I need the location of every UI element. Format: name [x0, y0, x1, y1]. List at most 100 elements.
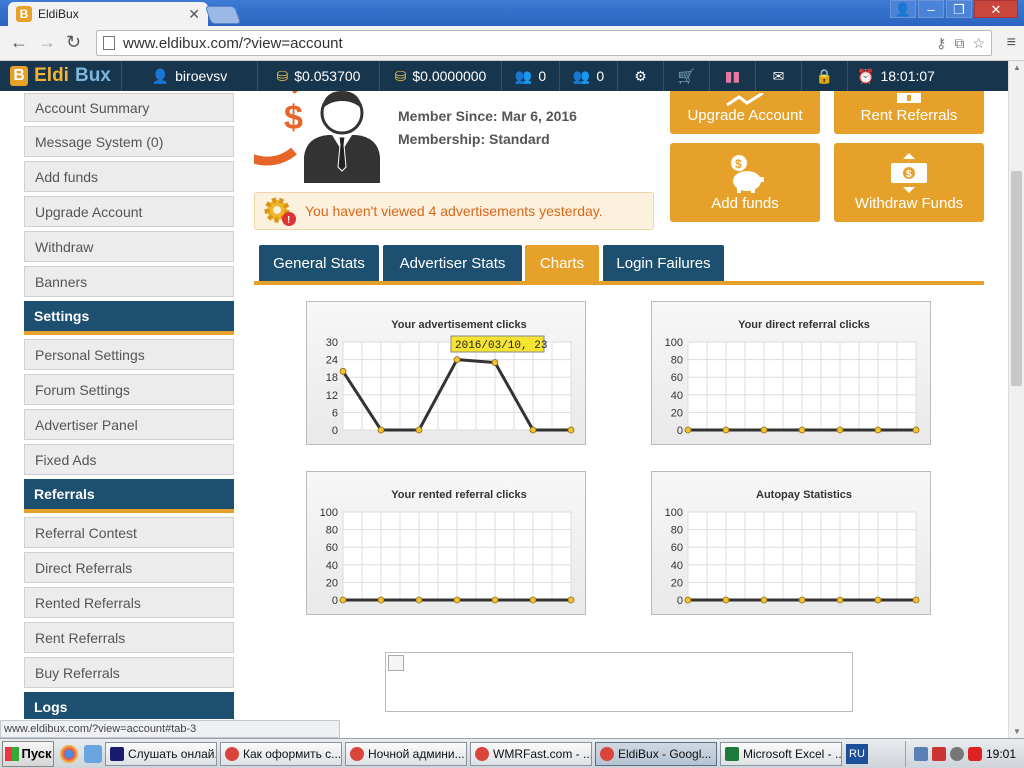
user-profile-icon[interactable]: 👤 [890, 0, 916, 18]
data-point[interactable] [912, 426, 920, 434]
data-point[interactable] [529, 596, 537, 604]
data-point[interactable] [912, 596, 920, 604]
sidebar-item-personal-settings[interactable]: Personal Settings [24, 339, 234, 370]
data-point[interactable] [798, 596, 806, 604]
data-point[interactable] [722, 596, 730, 604]
new-tab-button[interactable] [204, 6, 242, 24]
data-point[interactable] [836, 426, 844, 434]
data-point[interactable] [339, 596, 347, 604]
withdraw-funds-button[interactable]: $ Withdraw Funds [834, 143, 984, 222]
data-point[interactable] [567, 596, 575, 604]
nav-messages[interactable]: ✉ [756, 61, 802, 91]
language-indicator[interactable]: RU [846, 743, 868, 764]
nav-purchase-balance[interactable]: ⛁ $0.0000000 [380, 61, 502, 91]
taskbar-item[interactable]: Как оформить с... [220, 741, 342, 766]
taskbar-item[interactable]: Microsoft Excel - ... [720, 741, 842, 766]
sidebar-item-direct-referrals[interactable]: Direct Referrals [24, 552, 234, 583]
key-icon[interactable]: ⚷ [936, 35, 946, 52]
restore-button[interactable]: ❐ [946, 0, 972, 18]
nav-settings[interactable]: ⚙ [618, 61, 664, 91]
volume-icon[interactable] [931, 746, 946, 761]
page-scrollbar[interactable]: ▲ ▼ [1008, 61, 1024, 738]
nav-store[interactable]: 🛒 [664, 61, 710, 91]
taskbar-item[interactable]: WMRFast.com - ... [470, 741, 592, 766]
data-point[interactable] [339, 367, 347, 375]
sidebar-item-upgrade-account[interactable]: Upgrade Account [24, 196, 234, 227]
sidebar-item-advertiser-panel[interactable]: Advertiser Panel [24, 409, 234, 440]
data-point[interactable] [453, 356, 461, 363]
minimize-button[interactable]: – [918, 0, 944, 18]
data-point[interactable] [491, 359, 499, 366]
scrollbar-thumb[interactable] [1011, 171, 1022, 386]
data-point[interactable] [684, 596, 692, 604]
translate-icon[interactable]: ⧉ [954, 35, 964, 52]
scroll-down-icon[interactable]: ▼ [1013, 727, 1021, 736]
reload-icon[interactable]: ↻ [66, 32, 81, 53]
data-point[interactable] [836, 596, 844, 604]
ad-banner[interactable] [385, 652, 853, 712]
data-point[interactable] [760, 426, 768, 434]
sidebar-heading-settings[interactable]: Settings [24, 301, 234, 335]
forward-arrow-icon[interactable]: → [38, 32, 56, 53]
browser-tab[interactable]: B EldiBux ✕ [8, 2, 208, 26]
update-icon[interactable] [949, 746, 964, 761]
data-point[interactable] [415, 596, 423, 604]
sidebar-item-message-system[interactable]: Message System (0) [24, 126, 234, 157]
close-window-button[interactable]: ✕ [974, 0, 1018, 18]
scroll-up-icon[interactable]: ▲ [1013, 63, 1021, 72]
data-point[interactable] [798, 426, 806, 434]
sidebar-item-fixed-ads[interactable]: Fixed Ads [24, 444, 234, 475]
sidebar-heading-logs[interactable]: Logs [24, 692, 234, 719]
sidebar-item-rented-referrals[interactable]: Rented Referrals [24, 587, 234, 618]
data-point[interactable] [567, 426, 575, 434]
address-bar[interactable]: www.eldibux.com/?view=account ⚷ ⧉ ☆ [96, 30, 992, 56]
data-point[interactable] [722, 426, 730, 434]
desktop-quicklaunch-icon[interactable] [84, 744, 102, 763]
rent-referrals-button[interactable]: Rent Referrals [834, 91, 984, 134]
antivirus-icon[interactable] [967, 746, 982, 761]
sidebar-item-add-funds[interactable]: Add funds [24, 161, 234, 192]
tab-login-failures[interactable]: Login Failures [603, 245, 724, 281]
taskbar-item[interactable]: Ночной админи... [345, 741, 467, 766]
upgrade-account-button[interactable]: Upgrade Account [670, 91, 820, 134]
data-point[interactable] [874, 426, 882, 434]
tab-general-stats[interactable]: General Stats [259, 245, 379, 281]
sidebar-item-referral-contest[interactable]: Referral Contest [24, 517, 234, 548]
site-logo[interactable]: B Eldi Bux [0, 61, 122, 91]
data-point[interactable] [491, 596, 499, 604]
sidebar-heading-referrals[interactable]: Referrals [24, 479, 234, 513]
taskbar-item-active[interactable]: EldiBux - Googl... [595, 741, 717, 766]
data-point[interactable] [874, 596, 882, 604]
add-funds-button[interactable]: $ Add funds [670, 143, 820, 222]
chrome-quicklaunch-icon[interactable] [60, 744, 78, 763]
data-point[interactable] [415, 426, 423, 434]
close-tab-icon[interactable]: ✕ [188, 6, 200, 23]
sidebar-item-withdraw[interactable]: Withdraw [24, 231, 234, 262]
sidebar-item-buy-referrals[interactable]: Buy Referrals [24, 657, 234, 688]
sidebar-item-forum-settings[interactable]: Forum Settings [24, 374, 234, 405]
bookmark-star-icon[interactable]: ☆ [972, 35, 985, 52]
back-arrow-icon[interactable]: ← [10, 32, 28, 53]
data-point[interactable] [453, 596, 461, 604]
data-point[interactable] [529, 426, 537, 434]
sidebar-item-rent-referrals[interactable]: Rent Referrals [24, 622, 234, 653]
nav-rented-referrals[interactable]: 👥 0 [560, 61, 618, 91]
data-point[interactable] [684, 426, 692, 434]
tab-advertiser-stats[interactable]: Advertiser Stats [383, 245, 522, 281]
nav-direct-referrals[interactable]: 👥 0 [502, 61, 560, 91]
data-point[interactable] [377, 596, 385, 604]
data-point[interactable] [760, 596, 768, 604]
tab-charts[interactable]: Charts [525, 245, 599, 281]
data-point[interactable] [377, 426, 385, 434]
sidebar-item-account-summary[interactable]: Account Summary [24, 93, 234, 122]
nav-main-balance[interactable]: ⛁ $0.053700 [258, 61, 380, 91]
nav-stats[interactable]: ▮▮ [710, 61, 756, 91]
browser-menu-icon[interactable]: ≡ [1007, 34, 1016, 52]
taskbar-item[interactable]: Слушать онлай... [105, 741, 217, 766]
network-icon[interactable] [913, 746, 928, 761]
y-tick-label: 24 [326, 355, 338, 367]
start-button[interactable]: Пуск [2, 740, 54, 767]
sidebar-item-banners[interactable]: Banners [24, 266, 234, 297]
nav-username[interactable]: 👤 biroevsv [122, 61, 258, 91]
nav-logout[interactable]: 🔒 [802, 61, 848, 91]
